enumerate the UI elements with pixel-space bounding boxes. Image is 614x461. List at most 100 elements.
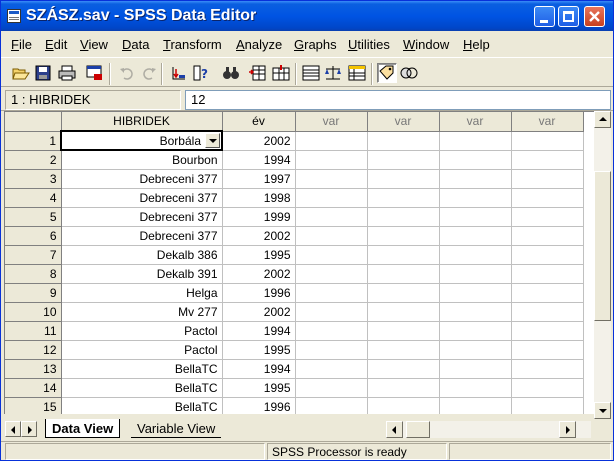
column-header-hibridek[interactable]: HIBRIDEK: [61, 112, 223, 132]
split-file-icon[interactable]: [301, 63, 321, 83]
cell-ev[interactable]: 1995: [222, 340, 296, 360]
cell-hibridek[interactable]: Bourbon: [61, 150, 223, 170]
table-row[interactable]: 13 BellaTC 1994: [5, 359, 584, 379]
cell-ev[interactable]: 1996: [222, 283, 296, 303]
cell-empty[interactable]: [367, 264, 440, 284]
cell-empty[interactable]: [367, 321, 440, 341]
row-header[interactable]: 14: [5, 378, 62, 398]
use-sets-icon[interactable]: [399, 63, 419, 83]
column-header-var[interactable]: var: [511, 112, 584, 132]
find-icon[interactable]: [221, 63, 241, 83]
scroll-down-button[interactable]: [594, 402, 611, 419]
insert-cases-icon[interactable]: [247, 63, 267, 83]
cell-ev[interactable]: 2002: [222, 226, 296, 246]
cell-empty[interactable]: [439, 283, 512, 303]
cell-empty[interactable]: [511, 150, 584, 170]
cell-empty[interactable]: [511, 264, 584, 284]
cell-hibridek[interactable]: Dekalb 386: [61, 245, 223, 265]
column-header-var[interactable]: var: [295, 112, 368, 132]
table-row[interactable]: 11 Pactol 1994: [5, 321, 584, 341]
scroll-up-button[interactable]: [594, 111, 611, 128]
tab-scroll-right-button[interactable]: [21, 421, 37, 437]
cell-hibridek[interactable]: Helga: [61, 283, 223, 303]
menu-graphs[interactable]: Graphs: [294, 37, 337, 52]
cell-empty[interactable]: [367, 302, 440, 322]
cell-empty[interactable]: [295, 283, 368, 303]
table-row[interactable]: 15 BellaTC 1996: [5, 397, 584, 414]
cell-hibridek[interactable]: BellaTC: [61, 359, 223, 379]
table-row[interactable]: 6 Debreceni 377 2002: [5, 226, 584, 246]
weight-cases-icon[interactable]: [323, 63, 343, 83]
vertical-scroll-thumb[interactable]: [594, 171, 611, 321]
cell-value-input[interactable]: 12: [185, 90, 611, 110]
table-row[interactable]: 9 Helga 1996: [5, 283, 584, 303]
cell-hibridek[interactable]: Debreceni 377: [61, 226, 223, 246]
column-header-ev[interactable]: év: [222, 112, 296, 132]
row-header[interactable]: 9: [5, 283, 62, 303]
print-icon[interactable]: [57, 63, 77, 83]
cell-hibridek[interactable]: Borbála: [60, 130, 223, 151]
cell-hibridek[interactable]: BellaTC: [61, 397, 223, 414]
row-header[interactable]: 5: [5, 207, 62, 227]
table-row[interactable]: 7 Dekalb 386 1995: [5, 245, 584, 265]
cell-empty[interactable]: [295, 188, 368, 208]
table-row[interactable]: 3 Debreceni 377 1997: [5, 169, 584, 189]
cell-ev[interactable]: 2002: [222, 302, 296, 322]
horizontal-scroll-thumb[interactable]: [406, 421, 430, 438]
menu-analyze[interactable]: Analyze: [236, 37, 282, 52]
cell-empty[interactable]: [295, 226, 368, 246]
menu-edit[interactable]: Edit: [45, 37, 67, 52]
cell-empty[interactable]: [367, 245, 440, 265]
cell-empty[interactable]: [367, 359, 440, 379]
minimize-button[interactable]: [534, 6, 555, 27]
cell-empty[interactable]: [511, 188, 584, 208]
cell-hibridek[interactable]: Dekalb 391: [61, 264, 223, 284]
row-header[interactable]: 1: [5, 131, 62, 151]
dialog-recall-icon[interactable]: [85, 63, 105, 83]
menu-window[interactable]: Window: [403, 37, 449, 52]
row-header[interactable]: 13: [5, 359, 62, 379]
tab-data-view[interactable]: Data View: [45, 419, 121, 438]
row-header[interactable]: 15: [5, 397, 62, 414]
row-header[interactable]: 6: [5, 226, 62, 246]
spreadsheet-icon[interactable]: [7, 9, 21, 23]
value-labels-icon[interactable]: [377, 63, 397, 83]
cell-empty[interactable]: [367, 169, 440, 189]
open-folder-icon[interactable]: [11, 63, 31, 83]
row-header[interactable]: 3: [5, 169, 62, 189]
table-row[interactable]: 12 Pactol 1995: [5, 340, 584, 360]
cell-ev[interactable]: 1994: [222, 150, 296, 170]
table-row[interactable]: 14 BellaTC 1995: [5, 378, 584, 398]
table-row[interactable]: 10 Mv 277 2002: [5, 302, 584, 322]
row-header[interactable]: 8: [5, 264, 62, 284]
cell-hibridek[interactable]: Debreceni 377: [61, 207, 223, 227]
cell-empty[interactable]: [367, 340, 440, 360]
scroll-right-button[interactable]: [559, 421, 576, 438]
vertical-scrollbar[interactable]: [594, 111, 611, 419]
cell-empty[interactable]: [367, 150, 440, 170]
cell-empty[interactable]: [295, 169, 368, 189]
cell-ev[interactable]: 1998: [222, 188, 296, 208]
cell-empty[interactable]: [439, 188, 512, 208]
row-header[interactable]: 10: [5, 302, 62, 322]
variables-icon[interactable]: ?: [191, 63, 211, 83]
cell-ev[interactable]: 2002: [222, 131, 296, 151]
menu-transform[interactable]: Transform: [163, 37, 222, 52]
corner-cell[interactable]: [5, 112, 62, 132]
cell-empty[interactable]: [511, 169, 584, 189]
cell-empty[interactable]: [295, 378, 368, 398]
cell-empty[interactable]: [511, 283, 584, 303]
data-grid[interactable]: HIBRIDEK év var var var var 1 Borbála 2002…: [4, 111, 594, 414]
column-header-var[interactable]: var: [439, 112, 512, 132]
menu-file[interactable]: File: [11, 37, 32, 52]
table-row[interactable]: 4 Debreceni 377 1998: [5, 188, 584, 208]
cell-empty[interactable]: [439, 359, 512, 379]
cell-empty[interactable]: [511, 397, 584, 414]
cell-empty[interactable]: [511, 340, 584, 360]
value-dropdown-button[interactable]: [205, 133, 220, 148]
cell-empty[interactable]: [295, 245, 368, 265]
row-header[interactable]: 11: [5, 321, 62, 341]
cell-empty[interactable]: [367, 226, 440, 246]
cell-empty[interactable]: [439, 207, 512, 227]
cell-empty[interactable]: [439, 378, 512, 398]
